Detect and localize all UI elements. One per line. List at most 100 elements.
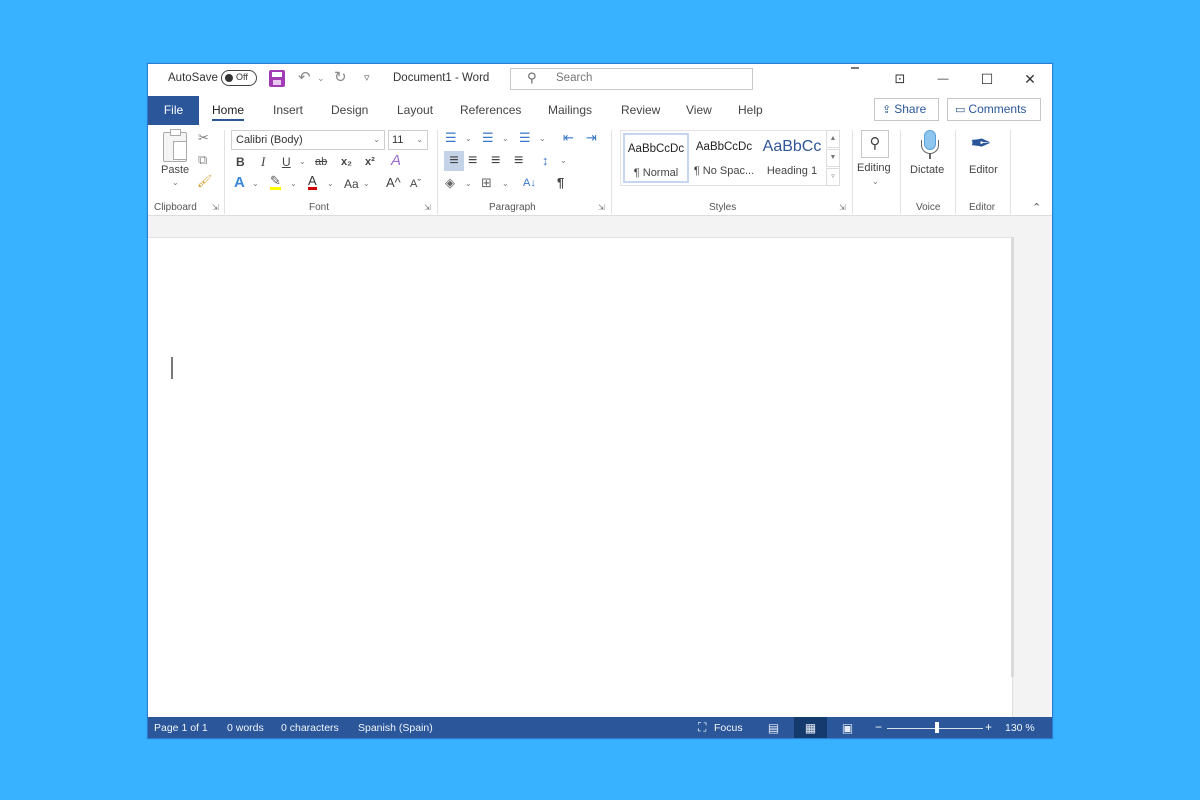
- tab-home[interactable]: Home: [212, 103, 245, 121]
- underline-button[interactable]: U: [282, 154, 291, 170]
- font-name-select[interactable]: Calibri (Body) ⌄: [231, 130, 385, 150]
- shrink-font-button[interactable]: Aˇ: [410, 176, 421, 192]
- font-color-dropdown-icon[interactable]: ⌄: [327, 179, 334, 188]
- editor-icon[interactable]: ✒: [970, 128, 992, 158]
- tab-mailings[interactable]: Mailings: [548, 103, 592, 117]
- clipboard-launcher-icon[interactable]: ⇲: [212, 203, 219, 212]
- tab-insert[interactable]: Insert: [273, 103, 303, 117]
- redo-icon[interactable]: ↻: [334, 69, 347, 87]
- numbering-dropdown-icon[interactable]: ⌄: [502, 134, 509, 143]
- subscript-button[interactable]: x₂: [341, 154, 352, 170]
- decrease-indent-button[interactable]: ⇤: [563, 130, 574, 146]
- editing-dropdown-icon[interactable]: ⌄: [872, 177, 879, 186]
- search-box[interactable]: ⚲ Search: [510, 68, 753, 90]
- line-spacing-button[interactable]: ↕: [542, 153, 549, 169]
- style-normal[interactable]: AaBbCcDc ¶ Normal: [623, 133, 689, 183]
- format-painter-icon[interactable]: 🖌: [197, 173, 212, 189]
- focus-button[interactable]: Focus: [714, 722, 743, 734]
- highlight-dropdown-icon[interactable]: ⌄: [290, 179, 297, 188]
- customize-qat-icon[interactable]: ▿: [364, 69, 370, 87]
- text-effects-button[interactable]: A: [234, 175, 245, 191]
- font-size-select[interactable]: 11 ⌄: [388, 130, 428, 150]
- document-page[interactable]: [148, 237, 1013, 717]
- copy-icon[interactable]: ⧉: [198, 152, 207, 168]
- underline-dropdown-icon[interactable]: ⌄: [299, 157, 306, 166]
- read-mode-button[interactable]: ▤: [757, 717, 790, 738]
- paste-dropdown-icon[interactable]: ⌄: [172, 178, 179, 187]
- zoom-in-button[interactable]: +: [985, 720, 992, 734]
- multilevel-list-button[interactable]: ☰: [519, 130, 531, 146]
- focus-icon[interactable]: ⛶: [698, 720, 706, 735]
- paragraph-launcher-icon[interactable]: ⇲: [598, 203, 605, 212]
- zoom-slider-thumb[interactable]: [935, 722, 939, 733]
- editing-label[interactable]: Editing: [857, 162, 891, 174]
- maximize-icon[interactable]: ☐: [972, 68, 1002, 90]
- collapse-ribbon-icon[interactable]: ⌃: [1032, 200, 1041, 216]
- strikethrough-button[interactable]: ab: [315, 154, 327, 170]
- undo-icon[interactable]: ↶: [298, 69, 311, 87]
- tab-references[interactable]: References: [460, 103, 521, 117]
- change-case-button[interactable]: Aa: [344, 176, 359, 192]
- autosave-toggle[interactable]: Off: [221, 70, 257, 86]
- styles-scroll-up-icon[interactable]: ▲: [826, 130, 840, 148]
- sort-button[interactable]: A↓: [523, 175, 536, 191]
- multilevel-dropdown-icon[interactable]: ⌄: [539, 134, 546, 143]
- vertical-scrollbar[interactable]: [1011, 237, 1014, 677]
- paste-icon[interactable]: [163, 129, 187, 162]
- superscript-button[interactable]: x²: [365, 154, 375, 170]
- font-launcher-icon[interactable]: ⇲: [424, 203, 431, 212]
- font-color-button[interactable]: A: [308, 174, 317, 190]
- print-layout-button[interactable]: ▦: [794, 717, 827, 738]
- shading-button[interactable]: ◈: [445, 175, 455, 191]
- bullets-button[interactable]: ☰: [445, 130, 457, 146]
- styles-more-icon[interactable]: ▿: [826, 168, 840, 186]
- highlight-button[interactable]: ✎: [270, 174, 281, 190]
- borders-dropdown-icon[interactable]: ⌄: [502, 179, 509, 188]
- page-count[interactable]: Page 1 of 1: [154, 722, 208, 734]
- comments-button[interactable]: ▭ Comments: [947, 98, 1041, 121]
- zoom-out-button[interactable]: −: [875, 720, 882, 734]
- grow-font-button[interactable]: A^: [386, 175, 401, 191]
- share-button[interactable]: ⇪ Share: [874, 98, 939, 121]
- tab-review[interactable]: Review: [621, 103, 660, 117]
- shading-dropdown-icon[interactable]: ⌄: [465, 179, 472, 188]
- editor-button[interactable]: Editor: [969, 164, 998, 176]
- find-icon[interactable]: ⚲: [861, 130, 889, 158]
- line-spacing-dropdown-icon[interactable]: ⌄: [560, 156, 567, 165]
- align-right-button[interactable]: ≡: [491, 153, 500, 169]
- styles-launcher-icon[interactable]: ⇲: [839, 203, 846, 212]
- undo-dropdown-icon[interactable]: ⌄: [317, 69, 325, 87]
- text-effects-dropdown-icon[interactable]: ⌄: [252, 179, 259, 188]
- tab-file[interactable]: File: [148, 96, 199, 125]
- increase-indent-button[interactable]: ⇥: [586, 130, 597, 146]
- character-count[interactable]: 0 characters: [281, 722, 339, 734]
- tab-layout[interactable]: Layout: [397, 103, 433, 117]
- minimize-icon[interactable]: —: [928, 68, 958, 90]
- styles-scroll-down-icon[interactable]: ▼: [826, 149, 840, 167]
- tab-view[interactable]: View: [686, 103, 712, 117]
- clear-formatting-button[interactable]: A: [391, 153, 401, 169]
- dictate-button[interactable]: Dictate: [910, 164, 944, 176]
- bold-button[interactable]: B: [236, 154, 245, 170]
- style-heading-1[interactable]: AaBbCc Heading 1: [759, 133, 825, 183]
- language[interactable]: Spanish (Spain): [358, 722, 433, 734]
- cut-icon[interactable]: ✂: [198, 130, 209, 146]
- show-marks-button[interactable]: ¶: [557, 175, 564, 191]
- ribbon-display-options-icon[interactable]: ⊡: [885, 68, 915, 90]
- numbering-button[interactable]: ☰: [482, 130, 494, 146]
- style-no-spacing[interactable]: AaBbCcDc ¶ No Spac...: [691, 133, 757, 183]
- borders-button[interactable]: ⊞: [481, 175, 492, 191]
- zoom-level[interactable]: 130 %: [1005, 722, 1035, 734]
- web-layout-button[interactable]: ▣: [831, 717, 864, 738]
- save-icon[interactable]: [269, 70, 285, 87]
- paste-label[interactable]: Paste: [161, 164, 189, 176]
- tab-design[interactable]: Design: [331, 103, 368, 117]
- bullets-dropdown-icon[interactable]: ⌄: [465, 134, 472, 143]
- tab-help[interactable]: Help: [738, 103, 763, 117]
- close-icon[interactable]: ✕: [1015, 68, 1045, 90]
- word-count[interactable]: 0 words: [227, 722, 264, 734]
- justify-button[interactable]: ≡: [514, 153, 523, 169]
- italic-button[interactable]: I: [261, 154, 265, 170]
- change-case-dropdown-icon[interactable]: ⌄: [363, 179, 370, 188]
- center-button[interactable]: ≡: [468, 153, 477, 169]
